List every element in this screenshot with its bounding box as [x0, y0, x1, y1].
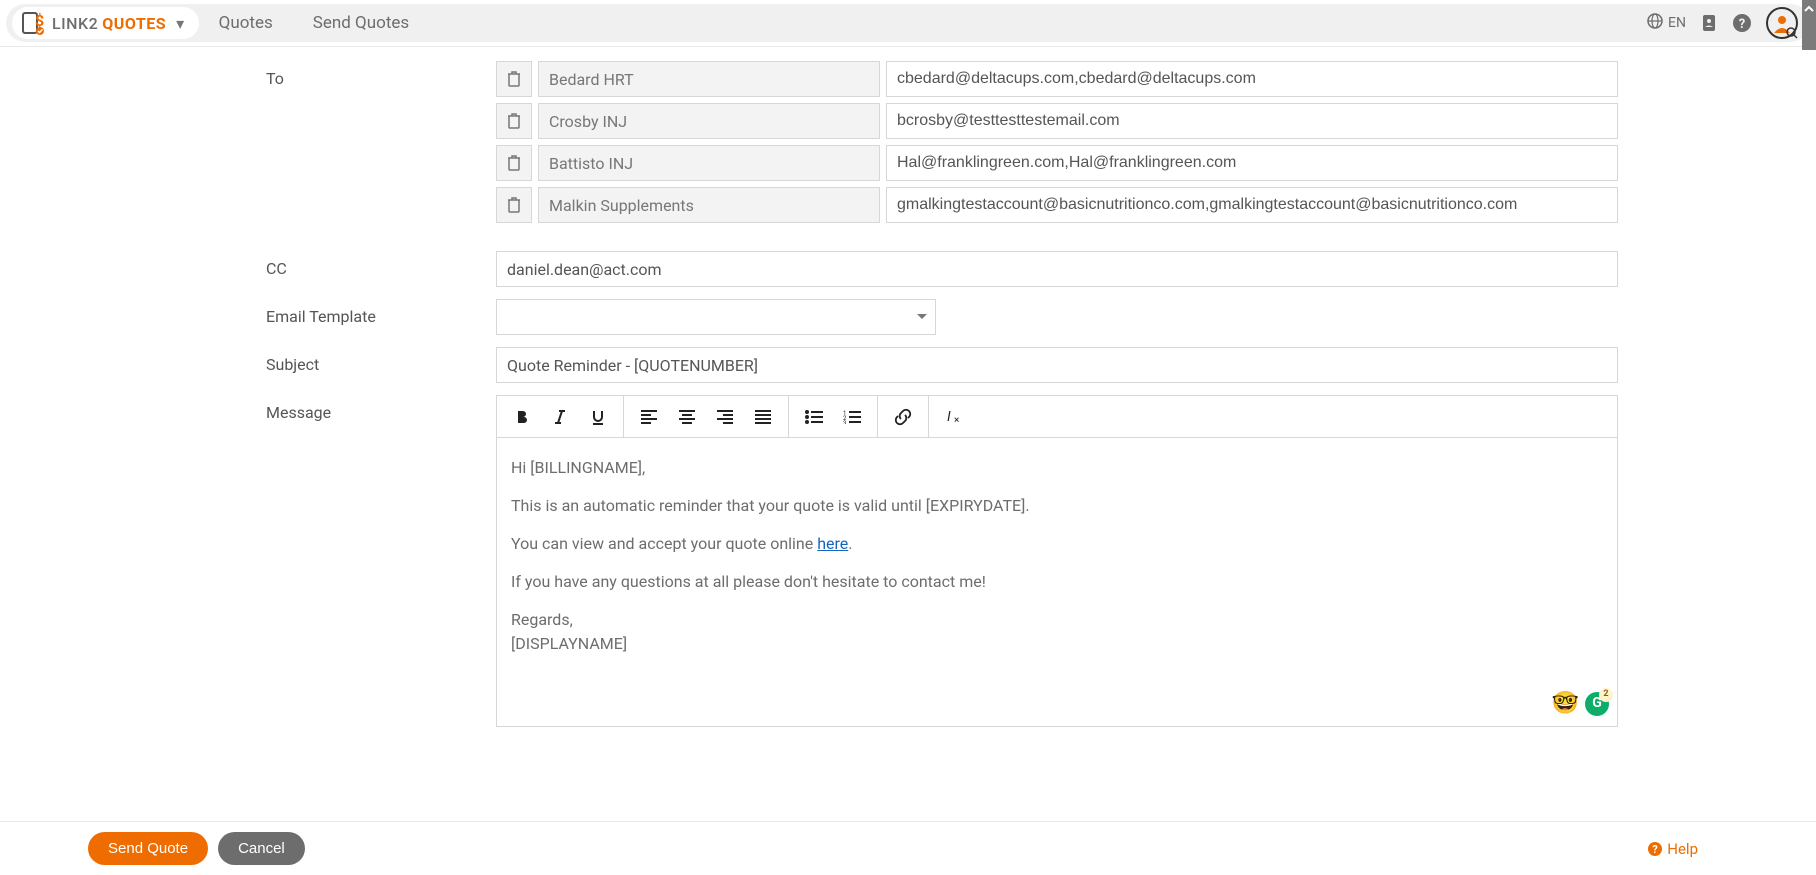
numbered-list-icon: 123: [843, 410, 861, 424]
caret-down-icon: ▾: [176, 14, 185, 33]
cc-label: CC: [266, 251, 496, 278]
align-justify-icon: [755, 410, 771, 424]
link-button[interactable]: [884, 396, 922, 437]
recipient-email-input[interactable]: [886, 187, 1618, 223]
breadcrumb-quotes[interactable]: Quotes: [199, 13, 293, 33]
view-quote-link[interactable]: here: [817, 534, 848, 553]
recipient-email-input[interactable]: [886, 145, 1618, 181]
delete-recipient-button[interactable]: [496, 145, 532, 181]
delete-recipient-button[interactable]: [496, 187, 532, 223]
recipient-row: Malkin Supplements: [496, 187, 1618, 223]
link-icon: [894, 408, 912, 426]
contacts-icon[interactable]: [1700, 13, 1718, 33]
message-label: Message: [266, 395, 496, 422]
align-right-button[interactable]: [706, 396, 744, 437]
globe-icon: [1646, 12, 1664, 34]
align-center-button[interactable]: [668, 396, 706, 437]
editor-body[interactable]: Hi [BILLINGNAME], This is an automatic r…: [497, 438, 1617, 726]
trash-icon: [507, 113, 521, 129]
unordered-list-button[interactable]: [795, 396, 833, 437]
recipient-email-input[interactable]: [886, 61, 1618, 97]
help-icon[interactable]: ?: [1732, 13, 1752, 33]
italic-button[interactable]: [541, 396, 579, 437]
trash-icon: [507, 197, 521, 213]
send-quote-button[interactable]: Send Quote: [88, 832, 208, 865]
right-rail-tab[interactable]: [1802, 0, 1816, 50]
recipient-name: Battisto INJ: [538, 145, 880, 181]
align-left-icon: [641, 410, 657, 424]
to-label: To: [266, 61, 496, 88]
align-right-icon: [717, 410, 733, 424]
to-recipients: Bedard HRT Crosby INJ Battisto INJ Malki…: [496, 61, 1618, 229]
subject-label: Subject: [266, 347, 496, 374]
help-circle-icon: ?: [1647, 841, 1663, 857]
recipient-row: Bedard HRT: [496, 61, 1618, 97]
trash-icon: [507, 71, 521, 87]
user-avatar[interactable]: [1766, 7, 1798, 39]
italic-icon: [553, 409, 567, 425]
recipient-row: Crosby INJ: [496, 103, 1618, 139]
breadcrumb-send-quotes[interactable]: Send Quotes: [293, 13, 429, 33]
recipient-name: Crosby INJ: [538, 103, 880, 139]
bold-button[interactable]: [503, 396, 541, 437]
recipient-name: Malkin Supplements: [538, 187, 880, 223]
language-picker[interactable]: EN: [1646, 12, 1686, 34]
ordered-list-button[interactable]: 123: [833, 396, 871, 437]
grammarly-icon[interactable]: G2: [1585, 692, 1609, 716]
delete-recipient-button[interactable]: [496, 103, 532, 139]
svg-text:?: ?: [1739, 17, 1745, 32]
email-template-select[interactable]: [496, 299, 936, 335]
bullet-list-icon: [805, 410, 823, 424]
footer-bar: Send Quote Cancel ? Help: [0, 821, 1816, 875]
bold-icon: [514, 409, 530, 425]
clear-format-button[interactable]: I×: [935, 396, 973, 437]
underline-icon: [590, 409, 606, 425]
recipient-row: Battisto INJ: [496, 145, 1618, 181]
topbar-right: EN ?: [1646, 7, 1804, 39]
align-left-button[interactable]: [630, 396, 668, 437]
svg-text:I: I: [947, 409, 951, 425]
cancel-button[interactable]: Cancel: [218, 832, 305, 865]
clear-format-icon: I×: [945, 408, 963, 426]
chevron-down-icon: [917, 314, 927, 320]
trash-icon: [507, 155, 521, 171]
search-badge-icon: [1786, 27, 1798, 39]
recipient-email-input[interactable]: [886, 103, 1618, 139]
emoji-icon[interactable]: 🤓: [1552, 687, 1579, 720]
delete-recipient-button[interactable]: [496, 61, 532, 97]
app-logo-icon: $: [20, 10, 46, 36]
template-label: Email Template: [266, 299, 496, 326]
subject-input[interactable]: [496, 347, 1618, 383]
underline-button[interactable]: [579, 396, 617, 437]
cc-input[interactable]: [496, 251, 1618, 287]
align-center-icon: [679, 410, 695, 424]
help-link[interactable]: ? Help: [1647, 840, 1698, 858]
editor-toolbar: 123 I×: [497, 396, 1617, 438]
svg-text:3: 3: [843, 420, 846, 424]
topbar: $ LINK2QUOTES ▾ Quotes Send Quotes EN ?: [6, 4, 1810, 42]
brand-menu[interactable]: $ LINK2QUOTES ▾: [12, 7, 199, 39]
svg-text:×: ×: [954, 415, 959, 426]
send-quote-form: To Bedard HRT Crosby INJ Battisto INJ Ma…: [178, 47, 1638, 819]
brand-text: LINK2QUOTES ▾: [52, 14, 185, 33]
svg-text:?: ?: [1653, 843, 1659, 856]
message-editor: 123 I× Hi [BILLINGNAME], This is an auto…: [496, 395, 1618, 727]
editor-corner-badges: 🤓 G2: [1552, 687, 1609, 720]
align-justify-button[interactable]: [744, 396, 782, 437]
recipient-name: Bedard HRT: [538, 61, 880, 97]
